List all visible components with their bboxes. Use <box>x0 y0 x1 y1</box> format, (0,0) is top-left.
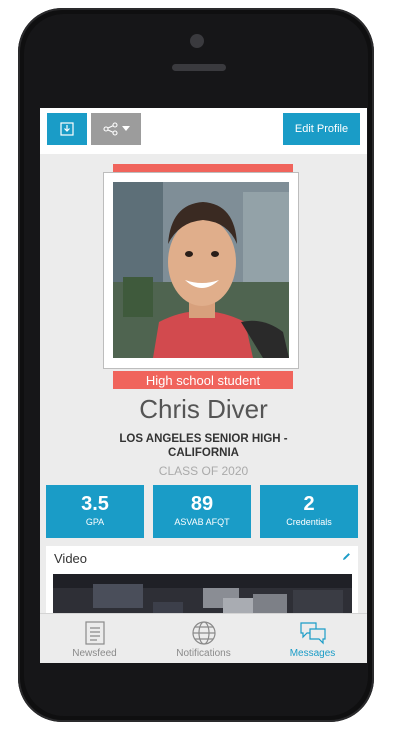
stat-credentials[interactable]: 2 Credentials <box>260 485 358 538</box>
bottom-tab-bar: Newsfeed Notifications Messages <box>40 613 367 663</box>
newsfeed-icon <box>84 621 105 645</box>
stat-asvab[interactable]: 89 ASVAB AFQT <box>153 485 251 538</box>
profile-name: Chris Diver <box>139 394 268 424</box>
stat-gpa[interactable]: 3.5 GPA <box>46 485 144 538</box>
tab-newsfeed[interactable]: Newsfeed <box>40 614 149 663</box>
chevron-down-icon <box>121 126 130 131</box>
download-button[interactable] <box>47 113 87 145</box>
tab-notifications[interactable]: Notifications <box>149 614 258 663</box>
camera-dot <box>190 34 204 48</box>
tab-messages[interactable]: Messages <box>258 614 367 663</box>
app-screen: Edit Profile High school student Chris D… <box>40 108 367 663</box>
video-title: Video <box>54 551 88 566</box>
status-badge: High school student <box>113 371 293 389</box>
tab-label: Notifications <box>176 648 231 659</box>
share-icon <box>102 122 118 136</box>
profile-photo <box>113 182 289 358</box>
share-button[interactable] <box>91 113 141 145</box>
pencil-icon[interactable] <box>342 552 351 561</box>
class-year: CLASS OF 2020 <box>158 464 249 478</box>
profile-toolbar: Edit Profile <box>40 108 367 154</box>
speaker-slot <box>172 64 226 71</box>
profile-photo-frame <box>103 172 299 369</box>
stat-value: 3.5 <box>81 493 109 515</box>
tab-label: Messages <box>289 648 336 659</box>
globe-icon <box>191 621 216 645</box>
edit-profile-button[interactable]: Edit Profile <box>283 113 360 145</box>
download-icon <box>60 122 74 136</box>
messages-icon <box>299 622 326 645</box>
stat-label: GPA <box>85 517 105 527</box>
stat-value: 2 <box>303 493 315 515</box>
profile-accent-bar <box>113 164 293 172</box>
stat-label: ASVAB AFQT <box>174 517 230 527</box>
school-name: LOS ANGELES SENIOR HIGH - CALIFORNIA <box>119 433 288 459</box>
tab-label: Newsfeed <box>72 648 117 659</box>
stat-value: 89 <box>190 493 214 515</box>
stat-label: Credentials <box>286 517 332 527</box>
